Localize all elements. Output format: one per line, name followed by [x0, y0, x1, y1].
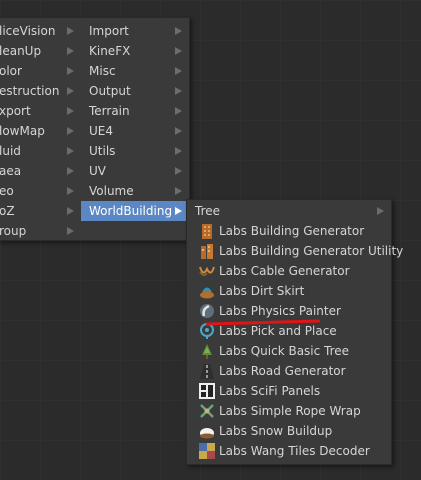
menu-item-volume[interactable]: Volume: [81, 181, 187, 201]
chevron-right-icon: [67, 107, 74, 115]
cable-icon: [199, 266, 215, 276]
menu-item-cleanup[interactable]: leanUp: [0, 41, 79, 61]
menu-item-utils[interactable]: Utils: [81, 141, 187, 161]
chevron-right-icon: [67, 27, 74, 35]
menu-item-labs-scifi-panels[interactable]: Labs SciFi Panels: [191, 381, 387, 401]
chevron-right-icon: [175, 67, 182, 75]
wang-tiles-icon: [199, 443, 215, 459]
menu-item-worldbuilding[interactable]: WorldBuilding: [81, 201, 187, 221]
rope-wrap-icon: [200, 404, 214, 418]
menu-item-import[interactable]: Import: [81, 21, 187, 41]
menu-item-export[interactable]: xport: [0, 101, 79, 121]
menu-item-tree[interactable]: Tree: [191, 201, 387, 221]
chevron-right-icon: [67, 87, 74, 95]
chevron-right-icon: [67, 127, 74, 135]
menu-item-terrain[interactable]: Terrain: [81, 101, 187, 121]
menu-item-uv[interactable]: UV: [81, 161, 187, 181]
menu-item-slicevision[interactable]: liceVision: [0, 21, 79, 41]
physics-painter-icon: [200, 304, 214, 318]
menu-item-flowmap[interactable]: lowMap: [0, 121, 79, 141]
menu-item-labs-building-generator[interactable]: Labs Building Generator: [191, 221, 387, 241]
menu-item-labs-physics-painter[interactable]: Labs Physics Painter: [191, 301, 387, 321]
menu-item-labs-quick-basic-tree[interactable]: Labs Quick Basic Tree: [191, 341, 387, 361]
menu-item-labs-building-generator-utility[interactable]: Labs Building Generator Utility: [191, 241, 403, 261]
chevron-right-icon: [377, 207, 384, 215]
chevron-right-icon: [67, 47, 74, 55]
dirt-skirt-icon: [200, 287, 214, 299]
chevron-right-icon: [175, 127, 182, 135]
worldbuilding-submenu: Tree Labs Building Generator Labs Buildi…: [186, 199, 403, 465]
menu-item-fluid[interactable]: luid: [0, 141, 79, 161]
chevron-right-icon: [67, 207, 74, 215]
chevron-right-icon: [175, 87, 182, 95]
chevron-right-icon: [175, 147, 182, 155]
scifi-panels-icon: [199, 383, 215, 399]
network-editor-background: { "menu_left": { "items": ["liceVision",…: [0, 0, 421, 480]
menu-item-labs-dirt-skirt[interactable]: Labs Dirt Skirt: [191, 281, 387, 301]
menu-item-geo[interactable]: eo: [0, 181, 79, 201]
menu-item-misc[interactable]: Misc: [81, 61, 187, 81]
tab-menu-categories: liceVision leanUp olor estruction xport …: [0, 17, 190, 241]
chevron-right-icon: [67, 147, 74, 155]
chevron-right-icon: [67, 67, 74, 75]
chevron-right-icon: [67, 187, 74, 195]
snow-icon: [200, 428, 214, 439]
chevron-right-icon: [175, 167, 182, 175]
menu-item-color[interactable]: olor: [0, 61, 79, 81]
road-icon: [200, 364, 214, 379]
menu-item-ue4[interactable]: UE4: [81, 121, 187, 141]
chevron-right-icon: [175, 207, 182, 215]
tree-icon: [202, 344, 212, 359]
chevron-right-icon: [175, 47, 182, 55]
building-utility-icon: [201, 244, 213, 259]
menu-item-labs-cable-generator[interactable]: Labs Cable Generator: [191, 261, 387, 281]
chevron-right-icon: [67, 167, 74, 175]
building-icon: [202, 224, 212, 239]
menu-item-labs-snow-buildup[interactable]: Labs Snow Buildup: [191, 421, 387, 441]
menu-item-destruction[interactable]: estruction: [0, 81, 79, 101]
menu-item-output[interactable]: Output: [81, 81, 187, 101]
menu-item-group[interactable]: roup: [0, 221, 79, 241]
menu-item-kinefx[interactable]: KineFX: [81, 41, 187, 61]
chevron-right-icon: [67, 227, 74, 235]
menu-item-goz[interactable]: oZ: [0, 201, 79, 221]
menu-item-labs-road-generator[interactable]: Labs Road Generator: [191, 361, 387, 381]
chevron-right-icon: [175, 187, 182, 195]
menu-item-gaea[interactable]: aea: [0, 161, 79, 181]
menu-item-labs-simple-rope-wrap[interactable]: Labs Simple Rope Wrap: [191, 401, 387, 421]
chevron-right-icon: [175, 107, 182, 115]
chevron-right-icon: [175, 27, 182, 35]
menu-item-labs-wang-tiles-decoder[interactable]: Labs Wang Tiles Decoder: [191, 441, 387, 461]
